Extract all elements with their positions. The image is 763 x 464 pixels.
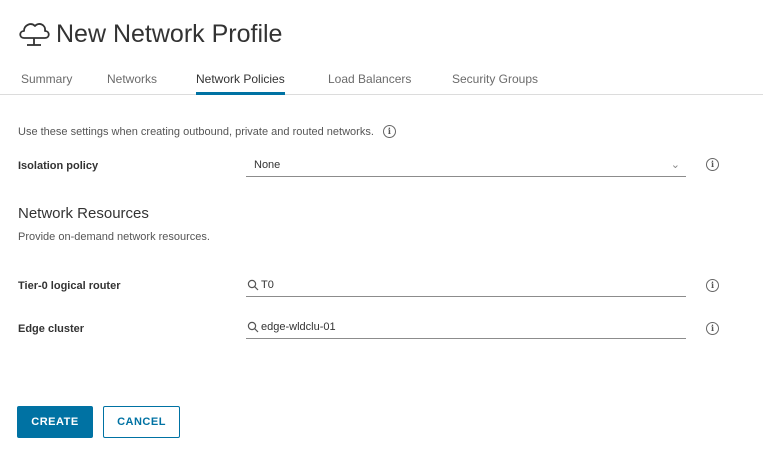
tier0-router-search-input[interactable]: T0 xyxy=(246,274,686,297)
isolation-policy-value: None xyxy=(254,159,281,171)
cancel-button[interactable]: CANCEL xyxy=(103,406,180,438)
tab-network-policies[interactable]: Network Policies xyxy=(196,72,285,95)
tier0-router-info-icon[interactable]: i xyxy=(706,279,719,292)
edge-cluster-search-input[interactable]: edge-wldclu-01 xyxy=(246,316,686,339)
edge-cluster-label: Edge cluster xyxy=(18,323,85,335)
tab-summary[interactable]: Summary xyxy=(21,72,72,92)
chevron-down-icon: ⌄ xyxy=(670,159,680,171)
info-icon[interactable]: i xyxy=(382,125,396,138)
cloud-icon xyxy=(19,23,50,46)
page-title: New Network Profile xyxy=(56,19,283,48)
tab-load-balancers[interactable]: Load Balancers xyxy=(328,72,411,92)
tab-networks[interactable]: Networks xyxy=(107,72,157,92)
edge-cluster-value: edge-wldclu-01 xyxy=(261,321,336,333)
policies-description: Use these settings when creating outboun… xyxy=(18,125,396,138)
isolation-policy-select[interactable]: None ⌄ xyxy=(246,154,686,177)
tab-security-groups[interactable]: Security Groups xyxy=(452,72,538,92)
search-icon xyxy=(247,321,259,333)
isolation-policy-label: Isolation policy xyxy=(18,160,99,172)
tab-bar: Summary Networks Network Policies Load B… xyxy=(0,68,763,95)
edge-cluster-info-icon[interactable]: i xyxy=(706,322,719,335)
new-network-profile-page: New Network Profile Summary Networks Net… xyxy=(0,0,763,464)
network-resources-subtitle: Provide on-demand network resources. xyxy=(18,231,210,243)
search-icon xyxy=(247,279,259,291)
page-header: New Network Profile xyxy=(16,18,282,50)
create-button[interactable]: CREATE xyxy=(17,406,93,438)
tier0-router-label: Tier-0 logical router xyxy=(18,280,121,292)
network-resources-title: Network Resources xyxy=(18,205,149,222)
isolation-policy-info-icon[interactable]: i xyxy=(706,158,719,171)
policies-description-text: Use these settings when creating outboun… xyxy=(18,125,374,138)
tier0-router-value: T0 xyxy=(261,279,274,291)
